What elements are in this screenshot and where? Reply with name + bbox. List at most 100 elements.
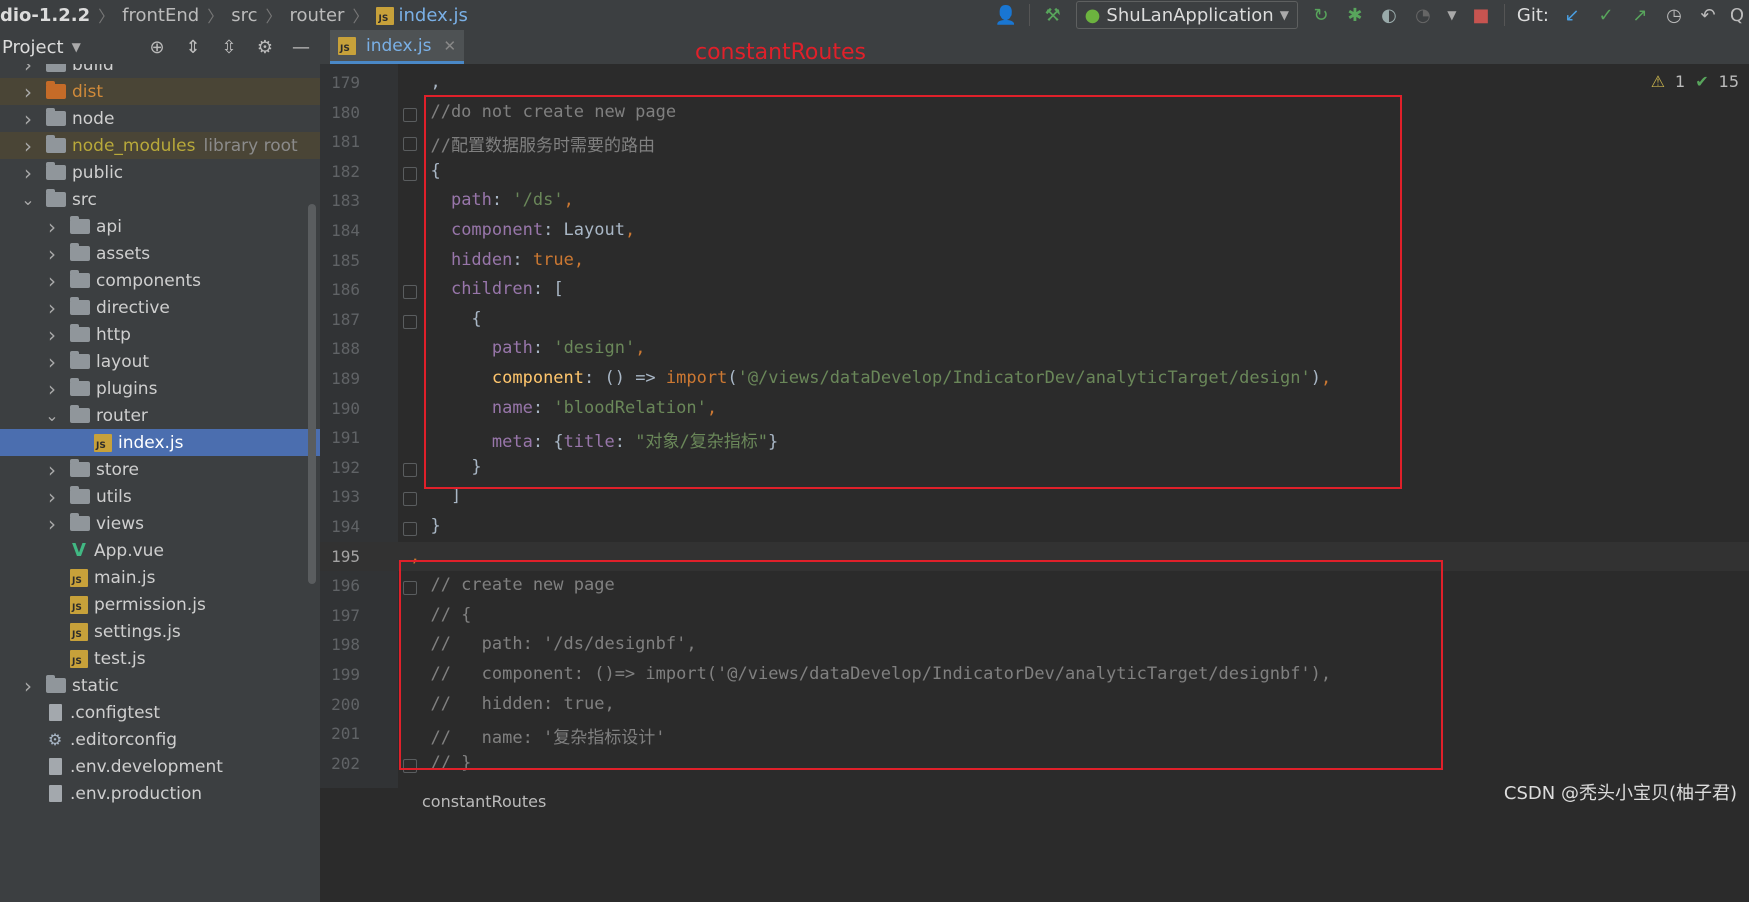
tree-item-env-production[interactable]: .env.production — [0, 780, 320, 807]
line-number: 194 — [331, 517, 360, 536]
project-view-selector[interactable]: Project ▼ — [0, 37, 81, 58]
folder-icon — [70, 459, 90, 477]
tree-item-http[interactable]: › http — [0, 321, 320, 348]
tree-item-api[interactable]: › api — [0, 213, 320, 240]
tree-item-public[interactable]: › public — [0, 159, 320, 186]
rerun-icon[interactable]: ↻ — [1310, 4, 1332, 26]
breadcrumb-router[interactable]: router — [282, 5, 353, 26]
folder-icon — [70, 486, 90, 504]
close-icon[interactable]: ✕ — [444, 37, 457, 55]
inspection-widget[interactable]: ⚠ 1 ✔ 15 — [1651, 72, 1739, 91]
debug-icon[interactable]: ✱ — [1344, 4, 1366, 26]
line-number: 187 — [331, 309, 360, 329]
tree-item-store[interactable]: › store — [0, 456, 320, 483]
tree-item-configtest[interactable]: .configtest — [0, 699, 320, 726]
chevron-right-icon[interactable]: › — [44, 215, 60, 239]
chevron-right-icon[interactable]: › — [44, 377, 60, 401]
breadcrumb-frontend[interactable]: frontEnd — [114, 5, 207, 26]
tree-item-directive[interactable]: › directive — [0, 294, 320, 321]
chevron-right-icon[interactable]: › — [20, 80, 36, 104]
chevron-right-icon[interactable]: › — [20, 64, 36, 77]
js-file-icon: JS — [70, 622, 88, 641]
tab-index-js[interactable]: JS index.js ✕ — [330, 30, 465, 64]
tree-item-layout[interactable]: › layout — [0, 348, 320, 375]
tree-scrollbar[interactable] — [308, 204, 316, 584]
git-commit-icon[interactable]: ✓ — [1595, 4, 1617, 26]
breadcrumb-project[interactable]: dio-1.2.2 — [0, 5, 98, 26]
collapse-all-icon[interactable]: ⇳ — [218, 36, 240, 58]
git-push-icon[interactable]: ↗ — [1629, 4, 1651, 26]
tree-item-components[interactable]: › components — [0, 267, 320, 294]
tree-item-plugins[interactable]: › plugins — [0, 375, 320, 402]
chevron-right-icon[interactable]: › — [44, 323, 60, 347]
tree-item-node[interactable]: › node — [0, 105, 320, 132]
warning-count: 1 — [1675, 72, 1686, 91]
user-icon[interactable]: 👤 — [994, 4, 1016, 26]
tree-item-label: directive — [96, 297, 170, 318]
tree-item-dist[interactable]: › dist — [0, 78, 320, 105]
tree-item-editorconfig[interactable]: ⚙ .editorconfig — [0, 726, 320, 753]
navigation-bar: dio-1.2.2 〉 frontEnd 〉 src 〉 router 〉 JS… — [0, 0, 1749, 31]
watermark: CSDN @秃头小宝贝(柚子君) — [1503, 783, 1737, 804]
locate-icon[interactable]: ⊕ — [146, 36, 168, 58]
search-icon[interactable]: Q — [1731, 4, 1743, 26]
breadcrumb-file[interactable]: JS index.js — [368, 5, 475, 26]
tree-item-src[interactable]: ⌄ src — [0, 186, 320, 213]
chevron-down-icon[interactable]: ⌄ — [44, 406, 60, 425]
chevron-right-icon[interactable]: › — [44, 350, 60, 374]
tree-item-env-development[interactable]: .env.development — [0, 753, 320, 780]
chevron-right-icon[interactable]: › — [20, 107, 36, 131]
coverage-icon[interactable]: ◐ — [1378, 4, 1400, 26]
folder-icon — [46, 64, 66, 72]
chevron-right-icon[interactable]: › — [44, 296, 60, 320]
chevron-right-icon[interactable]: › — [44, 458, 60, 482]
tree-item-permission-js[interactable]: JS permission.js — [0, 591, 320, 618]
minimize-icon[interactable]: — — [290, 36, 312, 58]
chevron-right-icon[interactable]: › — [20, 134, 36, 158]
tree-item-label: http — [96, 324, 131, 345]
tree-item-node-modules[interactable]: › node_modules library root — [0, 132, 320, 159]
profile-icon[interactable]: ◔ — [1412, 4, 1434, 26]
tree-item-utils[interactable]: › utils — [0, 483, 320, 510]
chevron-right-icon[interactable]: › — [44, 242, 60, 266]
tree-item-views[interactable]: › views — [0, 510, 320, 537]
expand-all-icon[interactable]: ⇕ — [182, 36, 204, 58]
code-line: ] — [410, 486, 461, 506]
gear-icon[interactable]: ⚙ — [254, 36, 276, 58]
project-panel-title: Project — [2, 36, 64, 58]
tree-item-assets[interactable]: › assets — [0, 240, 320, 267]
chevron-down-icon[interactable]: ▼ — [1446, 4, 1458, 26]
tree-item-label: src — [72, 189, 97, 210]
stop-icon[interactable]: ■ — [1470, 4, 1492, 26]
line-number: 198 — [331, 635, 360, 655]
tree-item-test-js[interactable]: JS test.js — [0, 645, 320, 672]
history-icon[interactable]: ◷ — [1663, 4, 1685, 26]
chevron-right-icon[interactable]: › — [44, 512, 60, 536]
rollback-icon[interactable]: ↶ — [1697, 4, 1719, 26]
tree-item-label: .configtest — [70, 702, 161, 723]
chevron-right-icon[interactable]: › — [44, 485, 60, 509]
breadcrumb-file-label: index.js — [398, 4, 468, 26]
tree-item-index-js[interactable]: JS index.js — [0, 429, 320, 456]
toolbar-separator — [1028, 4, 1030, 26]
tab-label: index.js — [366, 35, 432, 56]
tree-item-router[interactable]: ⌄ router — [0, 402, 320, 429]
folder-icon — [46, 108, 66, 126]
code-breadcrumb[interactable]: constantRoutes — [422, 792, 546, 811]
chevron-down-icon[interactable]: ⌄ — [20, 190, 36, 209]
git-update-icon[interactable]: ↙ — [1561, 4, 1583, 26]
run-configuration-select[interactable]: ● ShuLanApplication ▼ — [1075, 1, 1298, 29]
hammer-icon[interactable]: ⚒ — [1042, 4, 1064, 26]
breadcrumb-src[interactable]: src — [223, 5, 265, 26]
git-label: Git: — [1516, 4, 1549, 26]
tree-item-main-js[interactable]: JS main.js — [0, 564, 320, 591]
chevron-right-icon[interactable]: › — [44, 269, 60, 293]
main-toolbar: 👤 ⚒ ● ShuLanApplication ▼ ↻ ✱ ◐ ◔ ▼ ■ Gi… — [994, 0, 1749, 30]
tree-item-static[interactable]: › static — [0, 672, 320, 699]
tree-item-build[interactable]: › build — [0, 64, 320, 78]
folder-icon — [70, 216, 90, 234]
chevron-right-icon[interactable]: › — [20, 674, 36, 698]
chevron-right-icon[interactable]: › — [20, 161, 36, 185]
tree-item-settings-js[interactable]: JS settings.js — [0, 618, 320, 645]
tree-item-app-vue[interactable]: V App.vue — [0, 537, 320, 564]
